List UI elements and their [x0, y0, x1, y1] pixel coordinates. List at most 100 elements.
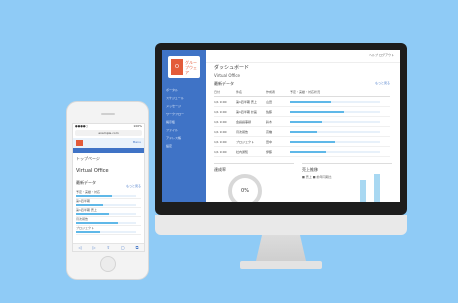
list-item[interactable]: 第1四半期 — [76, 199, 141, 208]
progress-track — [290, 110, 380, 113]
progress-fill — [290, 130, 317, 133]
main-content: ヘルプ ログアウト ダッシュボード Virtual Office 最新データ も… — [206, 50, 400, 202]
back-icon[interactable]: ◁ — [78, 245, 81, 250]
table-row[interactable]: 1/1 9:00 第1四半期 計画 佐藤 — [214, 107, 390, 117]
progress-fill — [76, 195, 112, 197]
cell-author: 鈴木 — [266, 119, 273, 124]
mobile-list: もっと見る 予定・実績・対応 第1四半期 第1四半期 売上月次報告 プロジェクト — [76, 184, 141, 235]
table-row[interactable]: 1/1 9:00 プロジェクト 田中 — [214, 137, 390, 147]
table-row[interactable]: 1/1 9:00 月次報告 高橋 — [214, 127, 390, 137]
card-title: 売上推移 — [302, 167, 318, 172]
chart-spike — [360, 180, 366, 202]
address-bar[interactable]: example.com — [75, 130, 142, 136]
donut-value: 0% — [241, 188, 249, 194]
cell-author: 佐藤 — [266, 109, 273, 114]
menu-button[interactable]: Menu — [133, 140, 141, 144]
sidebar-nav: ポータル スケジュール メッセージ ワークフロー 掲示板 ファイル アドレス帳 … — [162, 86, 206, 150]
cell-subject: 第1四半期 計画 — [236, 109, 257, 114]
section-title: 最新データ — [214, 81, 234, 86]
desktop-screen: O グループウェア ポータル スケジュール メッセージ ワークフロー 掲示板 フ… — [162, 50, 400, 202]
progress-track — [290, 130, 380, 133]
list-item[interactable]: プロジェクト — [76, 226, 141, 235]
cell-date: 1/1 9:00 — [214, 149, 227, 154]
site-name: Virtual Office — [76, 168, 109, 174]
col-status-header: 予定・実績・対応状況 — [290, 90, 321, 94]
cell-date: 1/1 9:00 — [214, 99, 227, 104]
progress-fill — [290, 150, 326, 153]
logo-text: グループウェア — [185, 60, 197, 75]
col-date-header: 日付 — [214, 90, 221, 94]
cell-author: 高橋 — [266, 129, 273, 134]
sidebar: O グループウェア ポータル スケジュール メッセージ ワークフロー 掲示板 フ… — [162, 50, 206, 202]
app-logo[interactable]: O グループウェア — [168, 56, 200, 78]
page-title: ダッシュボード — [214, 65, 250, 71]
mobile-header: Menu — [73, 138, 144, 148]
smartphone: ●●●●○ 100% example.com Menu トップページ Virtu… — [66, 101, 149, 280]
sidebar-item-workflow[interactable]: ワークフロー — [162, 110, 206, 118]
cell-status — [290, 130, 390, 133]
speaker-grill — [101, 113, 115, 115]
cell-status — [290, 140, 390, 143]
progress-track — [290, 150, 380, 153]
progress-fill — [76, 231, 100, 233]
forward-icon[interactable]: ▷ — [93, 245, 96, 250]
mobile-screen: ●●●●○ 100% example.com Menu トップページ Virtu… — [72, 123, 145, 252]
monitor-bezel: O グループウェア ポータル スケジュール メッセージ ワークフロー 掲示板 フ… — [155, 43, 407, 215]
table-row[interactable]: 1/1 9:00 会議議事録 鈴木 — [214, 117, 390, 127]
sales-card: 売上推移 ■ 売上 ■ 前年同期比 — [302, 163, 392, 202]
progress-track — [290, 120, 380, 123]
tabs-icon[interactable]: ⧉ — [136, 245, 139, 250]
chart-spike — [374, 174, 380, 202]
share-icon[interactable]: ⇪ — [107, 245, 110, 250]
more-link[interactable]: もっと見る — [375, 81, 390, 85]
cell-author: 田中 — [266, 139, 273, 144]
mobile-rows: 予定・実績・対応 第1四半期 第1四半期 売上月次報告 プロジェクト — [76, 190, 141, 235]
list-item[interactable]: 予定・実績・対応 — [76, 190, 141, 199]
battery-indicator: 100% — [133, 124, 142, 128]
top-bar: ヘルプ ログアウト — [206, 50, 400, 63]
card-title: 達成率 — [214, 167, 226, 172]
cell-author: 山田 — [266, 99, 273, 104]
sidebar-item-files[interactable]: ファイル — [162, 126, 206, 134]
sidebar-item-messages[interactable]: メッセージ — [162, 102, 206, 110]
sidebar-item-portal[interactable]: ポータル — [162, 86, 206, 94]
list-item-label: 第1四半期 売上 — [76, 208, 97, 212]
list-item[interactable]: 第1四半期 売上 — [76, 208, 141, 217]
mobile-nav-bar[interactable] — [73, 148, 144, 153]
achievement-card: 達成率 0% — [214, 163, 294, 202]
top-links[interactable]: ヘルプ ログアウト — [369, 53, 394, 57]
sidebar-item-schedule[interactable]: スケジュール — [162, 94, 206, 102]
list-item[interactable]: 月次報告 — [76, 217, 141, 226]
cell-subject: 月次報告 — [236, 129, 249, 134]
cell-date: 1/1 9:00 — [214, 109, 227, 114]
sidebar-item-addressbook[interactable]: アドレス帳 — [162, 134, 206, 142]
progress-track — [76, 204, 136, 206]
col-author-header: 作成者 — [266, 90, 276, 94]
cell-status — [290, 110, 390, 113]
cell-date: 1/1 9:00 — [214, 119, 227, 124]
progress-fill — [76, 204, 103, 206]
monitor-chin — [155, 215, 407, 235]
cell-date: 1/1 9:00 — [214, 139, 227, 144]
table-row[interactable]: 1/1 9:00 第1四半期 売上 山田 — [214, 97, 390, 107]
progress-fill — [76, 222, 118, 224]
cell-subject: 会議議事録 — [236, 119, 252, 124]
progress-track — [290, 140, 380, 143]
sidebar-item-settings[interactable]: 設定 — [162, 142, 206, 150]
breadcrumb[interactable]: トップページ — [76, 156, 100, 162]
data-table: 日付 件名 作成者 予定・実績・対応状況 1/1 9:00 第1四半期 売上 山田 1… — [214, 90, 390, 157]
status-bar: ●●●●○ 100% — [73, 124, 144, 129]
logo-badge: O — [171, 59, 183, 75]
section-title: 最新データ — [76, 180, 96, 185]
mobile-logo[interactable] — [76, 140, 83, 146]
desktop-computer: O グループウェア ポータル スケジュール メッセージ ワークフロー 掲示板 フ… — [155, 43, 407, 273]
more-link[interactable]: もっと見る — [126, 184, 141, 188]
progress-track — [76, 222, 136, 224]
home-button[interactable] — [100, 256, 116, 272]
sidebar-item-board[interactable]: 掲示板 — [162, 118, 206, 126]
table-row[interactable]: 1/1 9:00 社内通知 伊藤 — [214, 147, 390, 157]
progress-fill — [290, 110, 344, 113]
cell-status — [290, 120, 390, 123]
table-body: 1/1 9:00 第1四半期 売上 山田 1/1 9:00 第1四半期 計画 佐藤 1/1 … — [214, 97, 390, 157]
bookmarks-icon[interactable]: ▢ — [121, 245, 125, 250]
